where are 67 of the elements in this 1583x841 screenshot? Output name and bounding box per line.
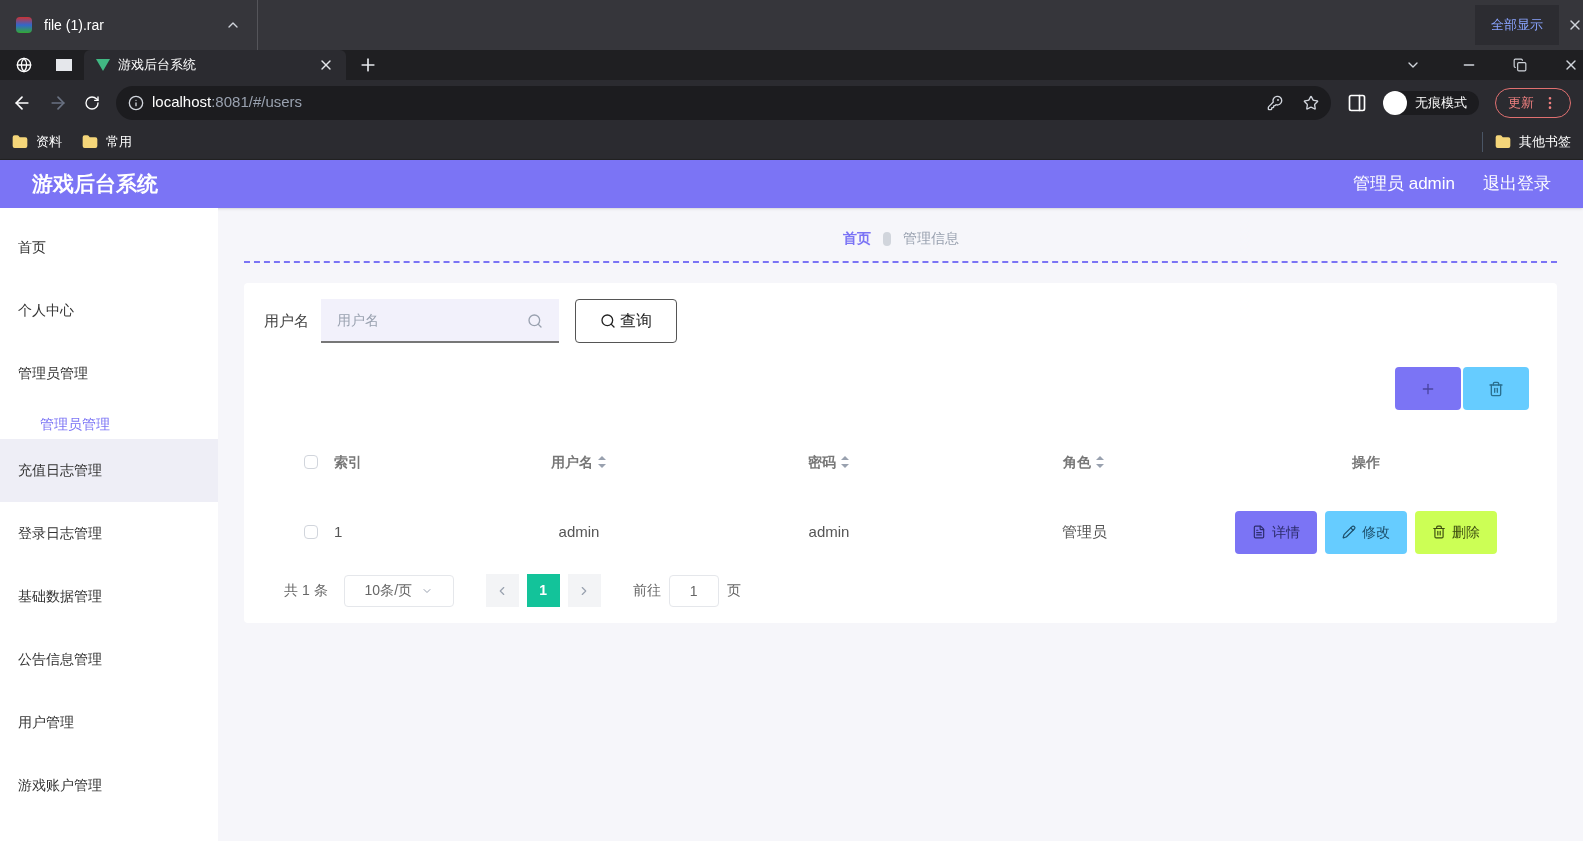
menu-item[interactable]: 首页 [0,216,218,279]
table-cell-text: admin [557,521,601,542]
star-icon[interactable] [1303,94,1319,111]
folder-icon [12,134,28,150]
submenu-item[interactable]: 管理员管理 [0,405,218,439]
restore-icon[interactable] [1513,58,1527,72]
folder-icon [82,134,98,150]
menu-item[interactable]: 管理员管理 [0,342,218,405]
tab-title: 游戏后台系统 [118,56,197,75]
sort-icon[interactable] [597,455,607,469]
search-label: 用户名 [264,310,309,331]
bookmark-label: 常用 [106,133,132,152]
app-title: 游戏后台系统 [32,171,159,198]
menu-item[interactable]: 登录日志管理 [0,502,218,565]
menu-item[interactable]: 充值日志管理 [0,439,218,502]
menu-item[interactable]: 基础数据管理 [0,565,218,628]
folder-icon [1495,134,1511,150]
menu-item[interactable]: 公告信息管理 [0,628,218,691]
menu-item[interactable]: 用户管理 [0,691,218,754]
search-field[interactable]: 用户名 [321,299,559,343]
logout-link[interactable]: 退出登录 [1483,171,1551,197]
bookmark-item[interactable]: 资料 [12,132,62,152]
header-checkbox[interactable] [304,455,318,469]
action-button[interactable]: 修改 [1324,510,1407,554]
page-size-select[interactable]: 10条/页 [343,574,454,607]
reload-icon[interactable] [84,94,100,111]
bookmark-label: 其他书签 [1519,133,1571,152]
query-button[interactable]: 查询 [575,299,677,343]
browser-tab[interactable]: 游戏后台系统 [84,50,346,80]
total-count: 共 1 条 [284,581,328,600]
user-label: 管理员 admin [1352,173,1455,196]
bookmark-label: 资料 [36,133,62,152]
menu-item[interactable]: 游戏账户管理 [0,754,218,817]
page-input[interactable]: 1 [668,574,719,607]
key-icon[interactable] [1267,94,1283,111]
show-all-button[interactable]: 全部显示 [1475,5,1559,45]
bookmark-item[interactable]: 常用 [82,132,132,152]
trash-icon [1488,380,1504,397]
address-bar[interactable]: localhost:8081/#/users [116,85,1331,120]
table-cell-text: 管理员 [1060,521,1108,542]
pencil-icon [1341,525,1356,539]
document-icon [1251,525,1266,539]
trash-icon [1431,525,1446,539]
menu-item[interactable]: 个人中心 [0,279,218,342]
globe-icon[interactable] [16,57,32,73]
search-icon [600,313,616,329]
side-panel-icon[interactable] [1347,92,1367,113]
info-icon[interactable] [128,94,144,111]
url-text: localhost:8081/#/users [152,92,304,113]
goto-label: 前往 [632,581,661,600]
page-suffix: 页 [726,581,741,600]
table-cell-text: 1 [334,521,344,542]
incognito-badge[interactable]: 无痕模式 [1383,90,1479,115]
sort-icon[interactable] [840,455,850,469]
separator-icon [882,231,891,246]
column-header: 密码 [808,452,836,472]
other-bookmarks[interactable]: 其他书签 [1482,132,1571,152]
action-button[interactable]: 删除 [1414,510,1497,554]
column-header: 索引 [334,452,362,472]
row-checkbox[interactable] [304,525,318,539]
column-header: 操作 [1351,452,1380,472]
column-header: 用户名 [551,452,593,472]
table-cell-text: admin [807,521,851,542]
sort-icon[interactable] [1095,455,1105,469]
search-icon [527,313,543,329]
column-header: 角色 [1063,452,1091,472]
download-filename[interactable]: file (1).rar [44,15,213,35]
